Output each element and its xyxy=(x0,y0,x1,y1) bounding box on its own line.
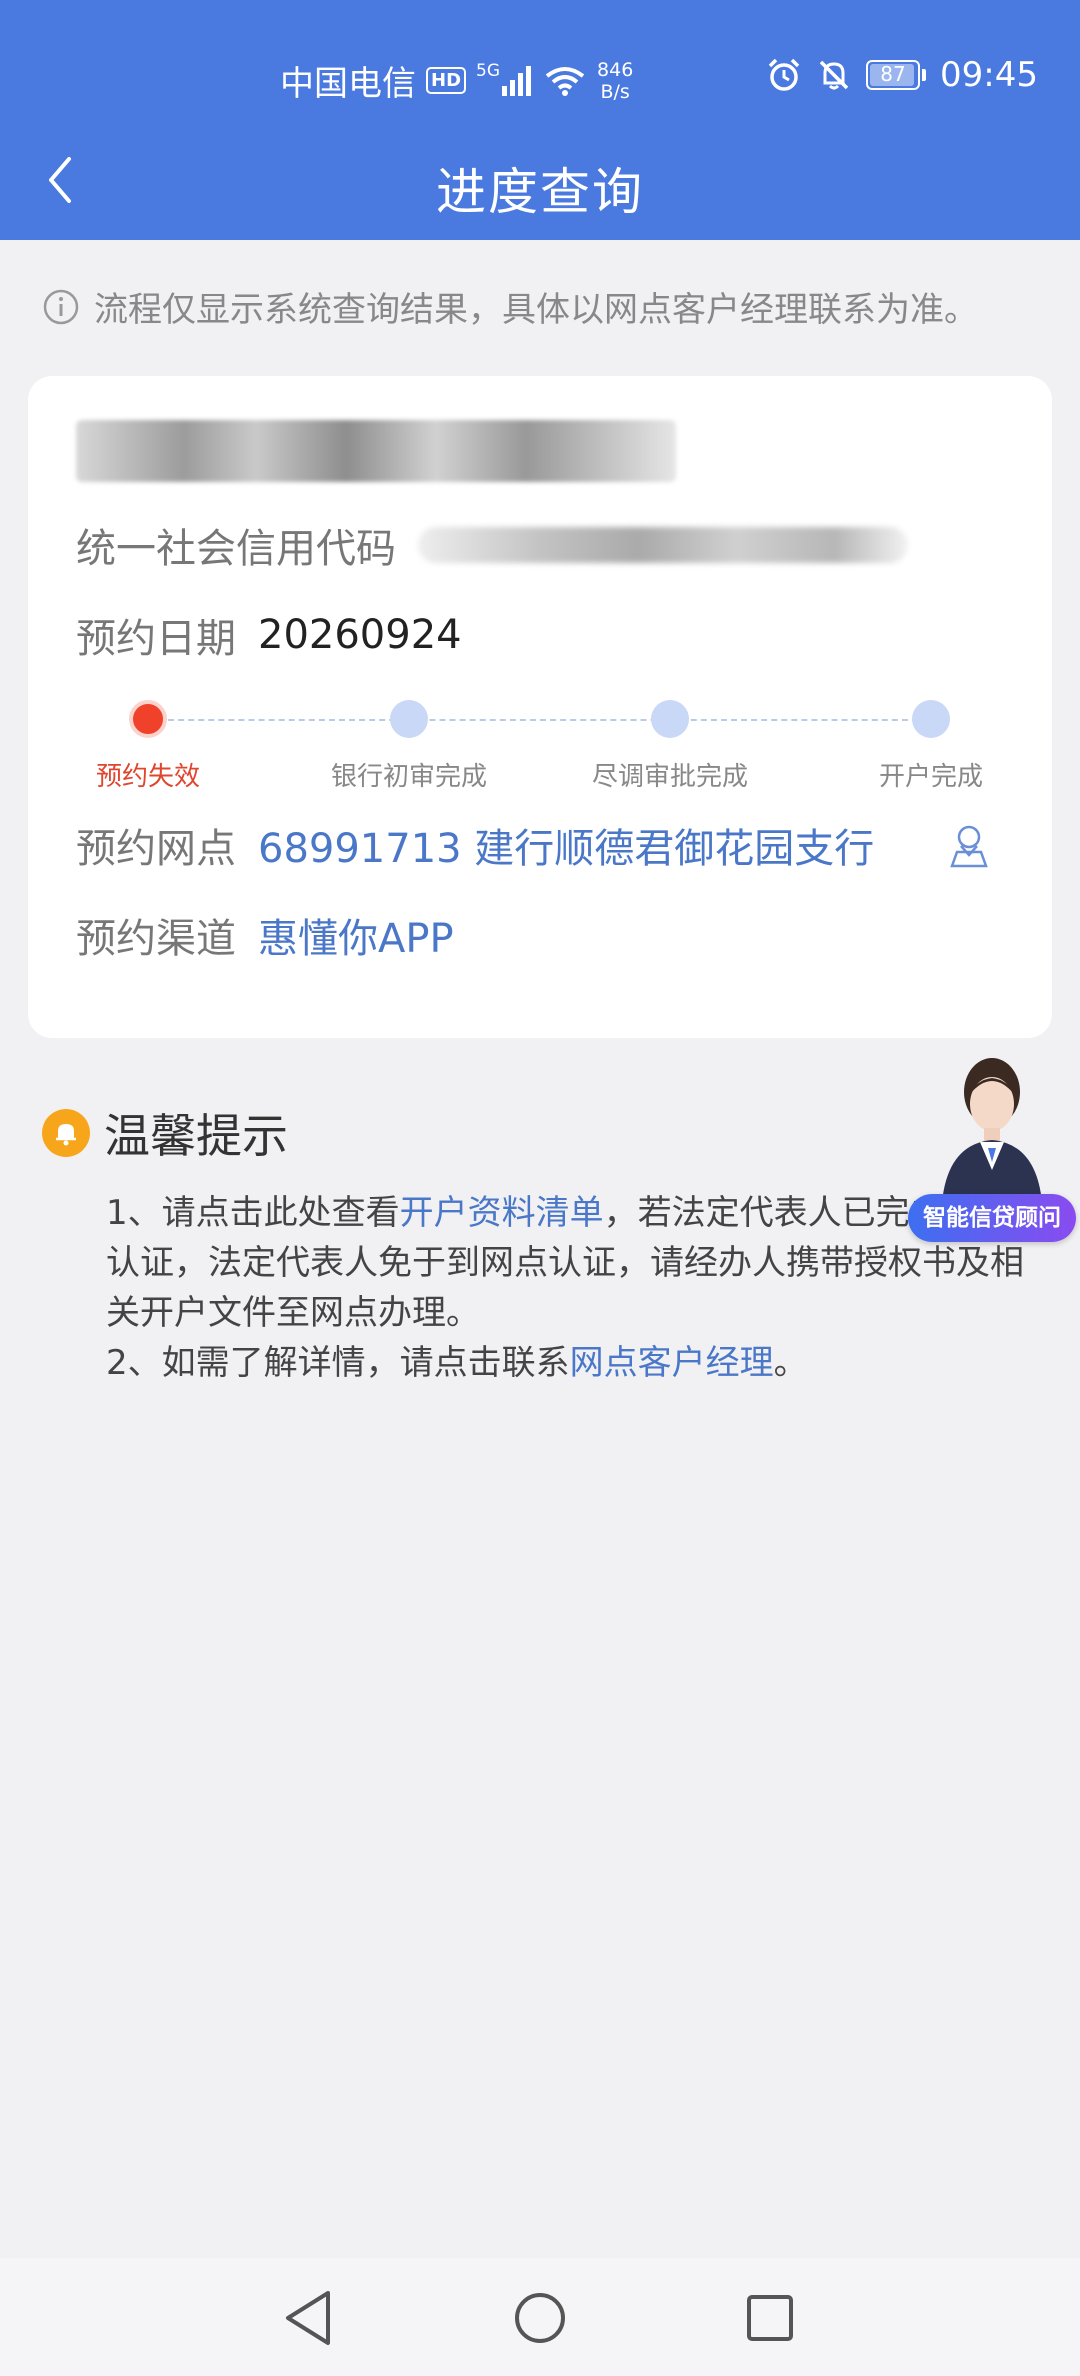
company-name-redacted xyxy=(76,420,676,482)
triangle-back-icon xyxy=(286,2291,330,2345)
step-label: 银行初审完成 xyxy=(330,762,487,792)
account-documents-link[interactable]: 开户资料清单 xyxy=(400,1193,604,1233)
channel-row: 预约渠道 惠懂你APP xyxy=(76,906,454,964)
hd-badge: HD xyxy=(426,67,467,94)
tip-2-suffix: 。 xyxy=(773,1343,808,1383)
appointment-card: 统一社会信用代码 预约日期 20260924 预约失效 银行初审完成 尽调审批完… xyxy=(28,376,1052,1038)
nav-home-button[interactable] xyxy=(508,2286,572,2350)
carrier-name: 中国电信 xyxy=(280,64,416,104)
tips-section: 温馨提示 1、请点击此处查看开户资料清单，若法定代表人已完成实名制认证，法定代表… xyxy=(42,1100,1046,1388)
notice-bar: 流程仅显示系统查询结果，具体以网点客户经理联系为准。 xyxy=(42,282,978,331)
tips-header: 温馨提示 xyxy=(42,1100,1042,1166)
wifi-icon xyxy=(545,66,585,96)
mute-bell-icon xyxy=(819,60,849,90)
branch-label: 预约网点 xyxy=(76,826,236,872)
appointment-date-label: 预约日期 xyxy=(76,616,236,662)
step-dot xyxy=(651,700,689,738)
signal-strength-icon xyxy=(502,65,532,96)
credit-code-redacted xyxy=(418,527,908,563)
step-dot xyxy=(912,700,950,738)
step-dot xyxy=(129,700,167,738)
tip-item-2: 2、如需了解详情，请点击联系网点客户经理。 xyxy=(106,1338,1046,1388)
step-due-diligence: 尽调审批完成 xyxy=(570,700,770,793)
network-speed: 846 B/s xyxy=(597,59,633,103)
progress-steps: 预约失效 银行初审完成 尽调审批完成 开户完成 xyxy=(28,686,1052,792)
credit-code-row: 统一社会信用代码 xyxy=(76,516,908,574)
tips-body: 1、请点击此处查看开户资料清单，若法定代表人已完成实名制认证，法定代表人免于到网… xyxy=(106,1188,1046,1388)
tips-title: 温馨提示 xyxy=(104,1109,288,1163)
nav-back-button[interactable] xyxy=(276,2286,340,2350)
network-type: 5G xyxy=(476,60,501,81)
step-label: 开户完成 xyxy=(878,762,983,792)
step-label: 尽调审批完成 xyxy=(591,762,748,792)
clock: 09:45 xyxy=(940,55,1038,95)
appointment-date-value: 20260924 xyxy=(258,612,462,658)
bell-icon xyxy=(42,1109,90,1157)
status-bar: 中国电信 HD 5G 846 B/s 87 09:45 xyxy=(0,40,1080,110)
step-initial-review: 银行初审完成 xyxy=(309,700,509,793)
location-pin-icon[interactable] xyxy=(946,822,992,868)
branch-manager-link[interactable]: 网点客户经理 xyxy=(570,1343,774,1383)
step-account-opened: 开户完成 xyxy=(831,700,1031,793)
battery-level: 87 xyxy=(880,62,906,86)
channel-value: 惠懂你APP xyxy=(258,916,454,962)
network-speed-value: 846 xyxy=(597,58,634,81)
app-header: 中国电信 HD 5G 846 B/s 87 09:45 进度查询 xyxy=(0,0,1080,240)
branch-link[interactable]: 68991713 建行顺德君御花园支行 xyxy=(258,816,874,874)
assistant-label: 智能信贷顾问 xyxy=(908,1194,1076,1242)
credit-code-label: 统一社会信用代码 xyxy=(76,526,396,572)
battery-indicator: 87 xyxy=(866,60,927,90)
navigation-bar: 进度查询 xyxy=(0,130,1080,230)
nav-recent-button[interactable] xyxy=(738,2286,802,2350)
appointment-date-row: 预约日期 20260924 xyxy=(76,606,462,664)
info-icon xyxy=(43,289,79,324)
square-recents-icon xyxy=(747,2295,793,2341)
network-speed-unit: B/s xyxy=(600,80,630,103)
channel-label: 预约渠道 xyxy=(76,916,236,962)
notice-text: 流程仅显示系统查询结果，具体以网点客户经理联系为准。 xyxy=(94,290,978,330)
alarm-icon xyxy=(768,58,800,91)
step-appointment-expired: 预约失效 xyxy=(48,700,248,793)
assistant-avatar xyxy=(942,1058,1042,1202)
tip-1-prefix: 1、请点击此处查看 xyxy=(106,1193,400,1233)
steps-connector xyxy=(148,719,928,721)
system-navigation-bar xyxy=(0,2258,1080,2376)
page-title: 进度查询 xyxy=(436,163,644,221)
circle-home-icon xyxy=(515,2293,565,2343)
branch-row: 预约网点 68991713 建行顺德君御花园支行 xyxy=(76,816,874,874)
step-dot xyxy=(390,700,428,738)
tip-2-prefix: 2、如需了解详情，请点击联系 xyxy=(106,1343,570,1383)
step-label: 预约失效 xyxy=(95,762,200,792)
assistant-widget[interactable]: 智能信贷顾问 xyxy=(908,1052,1076,1242)
tip-item-1: 1、请点击此处查看开户资料清单，若法定代表人已完成实名制认证，法定代表人免于到网… xyxy=(106,1188,1046,1338)
